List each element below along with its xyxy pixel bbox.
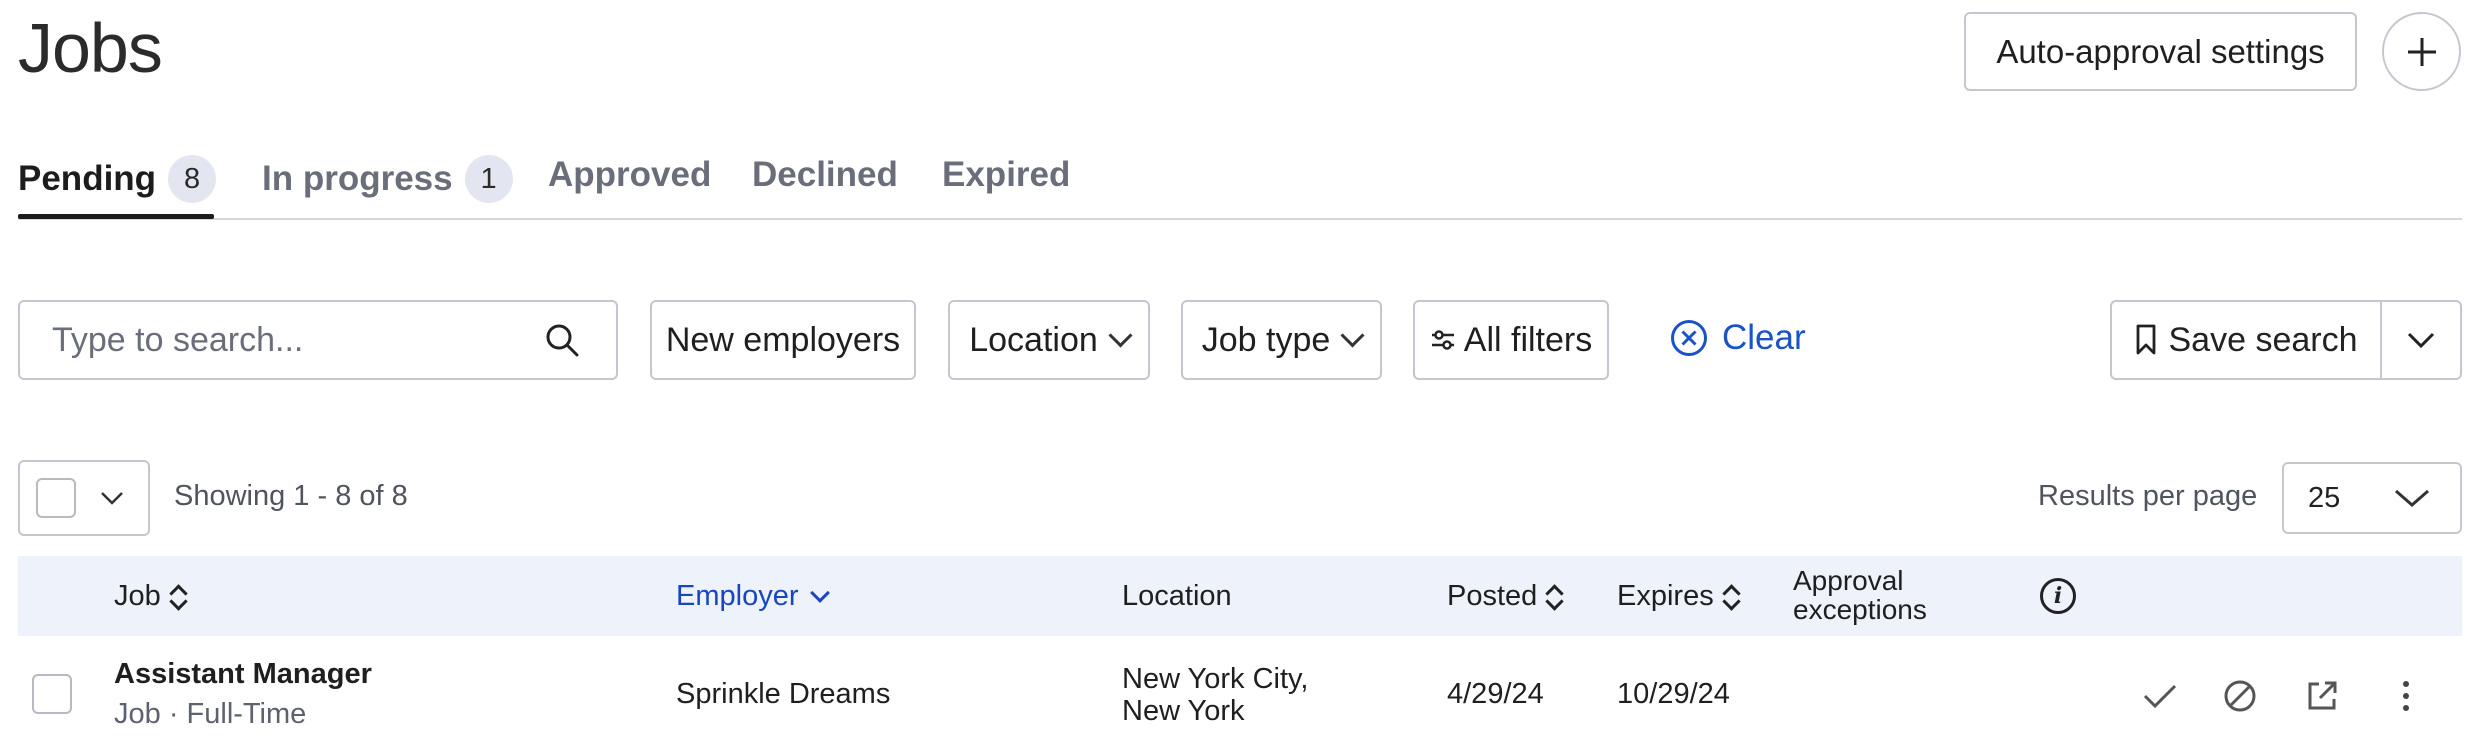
tab-approved-label: Approved — [548, 155, 712, 194]
save-search-split-button: Save search — [2110, 300, 2462, 380]
all-filters-label: All filters — [1463, 320, 1593, 359]
column-header-job-label: Job — [114, 580, 161, 612]
vertical-ellipsis-icon — [2403, 681, 2409, 711]
new-employers-filter-button[interactable]: New employers — [650, 300, 916, 380]
location-cell: New York City, New York — [1122, 663, 1309, 727]
row-checkbox[interactable] — [32, 674, 72, 714]
open-external-button[interactable] — [2302, 676, 2342, 716]
sort-icon — [1545, 582, 1563, 612]
column-header-posted[interactable]: Posted — [1447, 580, 1563, 613]
checkmark-icon — [2143, 684, 2177, 709]
results-per-page-label: Results per page — [2038, 480, 2258, 512]
tab-declined[interactable]: Declined — [752, 155, 898, 195]
location-filter-dropdown[interactable]: Location — [948, 300, 1150, 380]
save-search-button[interactable]: Save search — [2112, 302, 2382, 378]
decline-button[interactable] — [2220, 676, 2260, 716]
select-all-checkbox[interactable] — [36, 478, 76, 518]
page-title: Jobs — [18, 9, 163, 87]
search-icon[interactable] — [544, 322, 580, 358]
job-type-text: Job · Full-Time — [114, 698, 307, 730]
tab-pending-count: 8 — [168, 155, 217, 203]
job-title-link[interactable]: Assistant Manager — [114, 658, 372, 691]
job-type-filter-label: Job type — [1201, 320, 1331, 359]
chevron-down-icon — [2407, 332, 2435, 349]
employer-cell: Sprinkle Dreams — [676, 678, 891, 710]
job-type-filter-dropdown[interactable]: Job type — [1181, 300, 1382, 380]
active-tab-indicator — [18, 214, 214, 219]
info-icon[interactable]: i — [2040, 578, 2076, 614]
tab-pending[interactable]: Pending 8 — [18, 155, 217, 203]
column-header-employer[interactable]: Employer — [676, 580, 830, 613]
auto-approval-settings-button[interactable]: Auto-approval settings — [1964, 12, 2357, 91]
sort-descending-icon — [809, 582, 830, 603]
results-count: Showing 1 - 8 of 8 — [174, 480, 408, 512]
column-header-approval-exceptions: Approval exceptions — [1793, 565, 1927, 625]
ban-icon — [2224, 680, 2256, 712]
chevron-down-icon — [1340, 322, 1365, 348]
table-header — [18, 556, 2462, 636]
column-header-location: Location — [1122, 580, 1232, 613]
search-input[interactable] — [18, 300, 618, 380]
plus-icon — [2407, 37, 2436, 66]
tab-expired[interactable]: Expired — [942, 155, 1070, 195]
tabs-divider — [18, 218, 2462, 220]
bulk-select-dropdown[interactable] — [18, 460, 150, 536]
results-per-page-select[interactable]: 25 — [2282, 462, 2462, 534]
column-header-employer-label: Employer — [676, 580, 799, 612]
add-job-button[interactable] — [2382, 12, 2461, 91]
save-search-label: Save search — [2168, 320, 2358, 359]
tab-expired-label: Expired — [942, 155, 1071, 194]
sort-icon — [1722, 582, 1740, 612]
save-search-dropdown-button[interactable] — [2382, 302, 2460, 378]
tab-approved[interactable]: Approved — [548, 155, 711, 195]
tab-declined-label: Declined — [752, 155, 898, 194]
column-header-job[interactable]: Job — [114, 580, 187, 613]
chevron-down-icon — [101, 492, 123, 505]
clear-circle-x-icon — [1671, 320, 1707, 356]
expires-cell: 10/29/24 — [1617, 678, 1730, 710]
column-header-location-label: Location — [1122, 580, 1232, 612]
tab-in-progress-label: In progress — [262, 159, 453, 198]
approve-button[interactable] — [2140, 676, 2180, 716]
column-header-expires[interactable]: Expires — [1617, 580, 1740, 613]
search-box — [18, 300, 618, 380]
bookmark-icon — [2136, 324, 2155, 355]
external-link-icon — [2308, 681, 2337, 710]
more-actions-button[interactable] — [2386, 676, 2426, 716]
posted-cell: 4/29/24 — [1447, 678, 1544, 710]
sort-icon — [169, 582, 187, 612]
chevron-down-icon — [1108, 322, 1133, 348]
chevron-down-icon — [2395, 489, 2429, 507]
results-per-page-value: 25 — [2308, 481, 2341, 514]
tab-in-progress[interactable]: In progress 1 — [262, 155, 513, 203]
clear-filters-button[interactable]: Clear — [1670, 318, 1806, 358]
column-header-expires-label: Expires — [1617, 580, 1714, 612]
filters-icon — [1431, 330, 1454, 350]
location-filter-label: Location — [969, 320, 1098, 359]
all-filters-button[interactable]: All filters — [1413, 300, 1609, 380]
tab-pending-label: Pending — [18, 159, 157, 198]
tab-in-progress-count: 1 — [464, 155, 513, 203]
clear-filters-label: Clear — [1722, 318, 1806, 357]
column-header-posted-label: Posted — [1447, 580, 1538, 612]
